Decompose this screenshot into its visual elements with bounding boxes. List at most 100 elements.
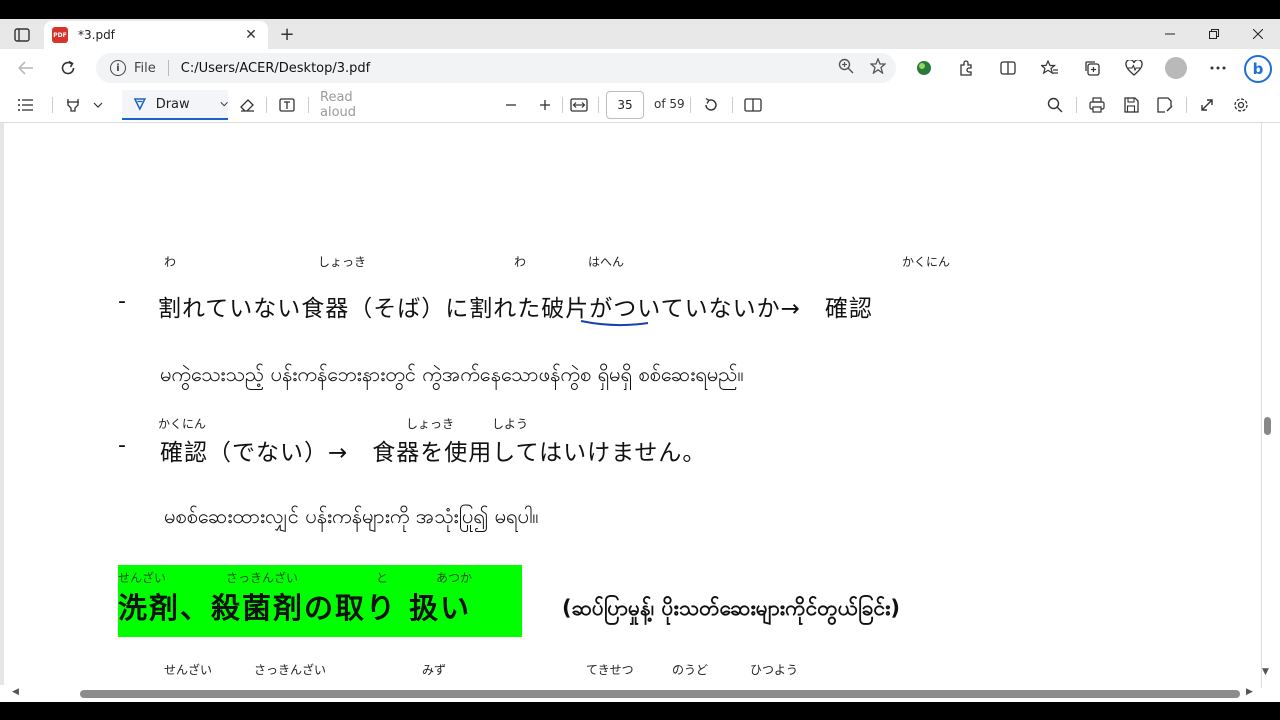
furigana: みず xyxy=(422,663,447,677)
refresh-button[interactable] xyxy=(56,57,80,79)
zoom-out-button[interactable] xyxy=(500,93,522,117)
page-total: of 59 xyxy=(654,97,685,111)
fit-to-width-button[interactable] xyxy=(568,93,590,117)
eraser-icon xyxy=(240,99,254,112)
url-divider xyxy=(167,60,169,76)
furigana: さっきんざい xyxy=(254,663,327,677)
furigana: せんざい xyxy=(164,663,213,677)
url-text[interactable]: C:/Users/ACER/Desktop/3.pdf xyxy=(181,61,370,76)
split-screen-button[interactable] xyxy=(996,57,1020,79)
scroll-right-arrow-icon[interactable]: ▶ xyxy=(1246,687,1253,697)
minus-icon xyxy=(506,104,516,106)
pdf-toolbar: Draw Read aloud of 59 xyxy=(0,87,1280,123)
burmese-translation-line: မကွဲသေးသည့် ပန်းကန်ဘေးနားတွင် ကွဲအက်နေသေ… xyxy=(160,362,744,386)
save-as-button[interactable] xyxy=(1154,93,1176,117)
toolbar-divider xyxy=(598,97,599,113)
highlight-button[interactable] xyxy=(62,93,84,117)
read-aloud-label: Read aloud xyxy=(320,90,357,120)
heart-pulse-icon xyxy=(1125,60,1143,76)
url-actions xyxy=(838,58,886,74)
save-icon xyxy=(1124,97,1139,113)
toolbar-divider xyxy=(266,97,267,113)
chevron-down-icon[interactable] xyxy=(220,101,228,107)
furigana: しょっき xyxy=(318,255,367,269)
full-screen-button[interactable] xyxy=(1196,93,1218,117)
close-icon xyxy=(1253,29,1263,39)
chevron-down-icon xyxy=(93,102,103,108)
settings-button[interactable] xyxy=(1230,93,1252,117)
performance-button[interactable] xyxy=(1122,57,1146,79)
zoom-icon[interactable] xyxy=(838,58,854,74)
zoom-in-button[interactable] xyxy=(534,93,556,117)
scroll-thumb[interactable] xyxy=(1264,417,1271,435)
fit-width-icon xyxy=(570,98,588,112)
furigana: わ xyxy=(514,255,527,269)
furigana: かくにん xyxy=(158,417,207,431)
furigana: はへん xyxy=(588,255,625,269)
draw-button[interactable]: Draw xyxy=(122,90,228,120)
toolbar-divider xyxy=(732,97,733,113)
furigana: しよう xyxy=(492,417,529,431)
globe-extension-icon xyxy=(917,61,931,75)
favorites-icon xyxy=(1041,60,1058,75)
pdf-page-viewport[interactable]: わ しょっき わ はへん かくにん - 割れていない食器（そば）に割れた破片がつ… xyxy=(0,123,1280,702)
page-number-input[interactable] xyxy=(606,91,644,119)
contents-button[interactable] xyxy=(14,93,38,117)
browser-toolbar-icons xyxy=(912,57,1230,79)
tab-close-icon[interactable]: ✕ xyxy=(242,27,260,43)
favorites-button[interactable] xyxy=(1038,57,1062,79)
read-aloud-button[interactable]: Read aloud xyxy=(320,90,392,120)
vertical-scrollbar[interactable]: ▼ xyxy=(1253,123,1280,702)
rotate-button[interactable] xyxy=(700,93,722,117)
toolbar-divider xyxy=(308,97,309,113)
window-controls xyxy=(1148,19,1280,49)
url-bar[interactable]: i File C:/Users/ACER/Desktop/3.pdf xyxy=(96,53,896,83)
furigana: ひつよう xyxy=(750,663,799,677)
back-arrow-icon xyxy=(18,61,33,75)
add-text-button[interactable] xyxy=(276,93,298,117)
section-heading: 洗剤、殺菌剤の取り 扱い xyxy=(118,591,472,625)
extension-globe-button[interactable] xyxy=(912,57,936,79)
erase-button[interactable] xyxy=(236,93,258,117)
burmese-heading-translation: (ဆပ်ပြာမှုန့်၊ ပိုးသတ်ဆေးများကိုင်တွယ်ခြ… xyxy=(562,596,901,620)
horizontal-scrollbar[interactable]: ◀ ▶ xyxy=(0,685,1253,702)
pen-icon xyxy=(134,98,146,111)
save-button[interactable] xyxy=(1120,93,1142,117)
toolbar-divider xyxy=(690,97,691,113)
profile-button[interactable] xyxy=(1164,57,1188,79)
ink-underline xyxy=(580,320,649,327)
draw-label: Draw xyxy=(155,96,190,112)
furigana: のうど xyxy=(672,663,709,677)
copilot-icon[interactable]: b xyxy=(1244,55,1272,83)
back-button[interactable] xyxy=(14,57,38,79)
tab-title: *3.pdf xyxy=(78,28,115,42)
tab-actions-button[interactable] xyxy=(8,24,36,46)
tab-actions-icon xyxy=(14,28,30,42)
furigana: と xyxy=(376,571,389,585)
tab-active[interactable]: PDF *3.pdf ✕ xyxy=(44,21,268,49)
minimize-button[interactable] xyxy=(1148,19,1192,49)
avatar xyxy=(1165,57,1187,79)
print-button[interactable] xyxy=(1086,93,1108,117)
page-view-button[interactable] xyxy=(742,93,764,117)
collections-button[interactable] xyxy=(1080,57,1104,79)
highlight-dropdown[interactable] xyxy=(90,93,106,117)
find-button[interactable] xyxy=(1044,93,1066,117)
burmese-translation-line: မစစ်ဆေးထားလျှင် ပန်းကန်များကို အသုံးပြု၍… xyxy=(164,504,539,528)
extensions-button[interactable] xyxy=(954,57,978,79)
furigana: あつか xyxy=(436,571,473,585)
restore-icon xyxy=(1209,29,1219,39)
screen: PDF *3.pdf ✕ + i File C:/Users/ACER/Desk… xyxy=(0,0,1280,720)
furigana: せんざい xyxy=(118,571,167,585)
scroll-thumb[interactable] xyxy=(80,690,1240,698)
close-window-button[interactable] xyxy=(1236,19,1280,49)
scroll-down-arrow-icon[interactable]: ▼ xyxy=(1262,667,1269,677)
scroll-left-arrow-icon[interactable]: ◀ xyxy=(12,687,19,697)
info-icon[interactable]: i xyxy=(110,60,126,76)
new-tab-button[interactable]: + xyxy=(276,23,298,45)
more-menu-button[interactable] xyxy=(1206,57,1230,79)
favorite-star-icon[interactable] xyxy=(870,58,886,74)
bullet: - xyxy=(118,289,126,314)
scroll-track xyxy=(1261,123,1262,688)
restore-button[interactable] xyxy=(1192,19,1236,49)
